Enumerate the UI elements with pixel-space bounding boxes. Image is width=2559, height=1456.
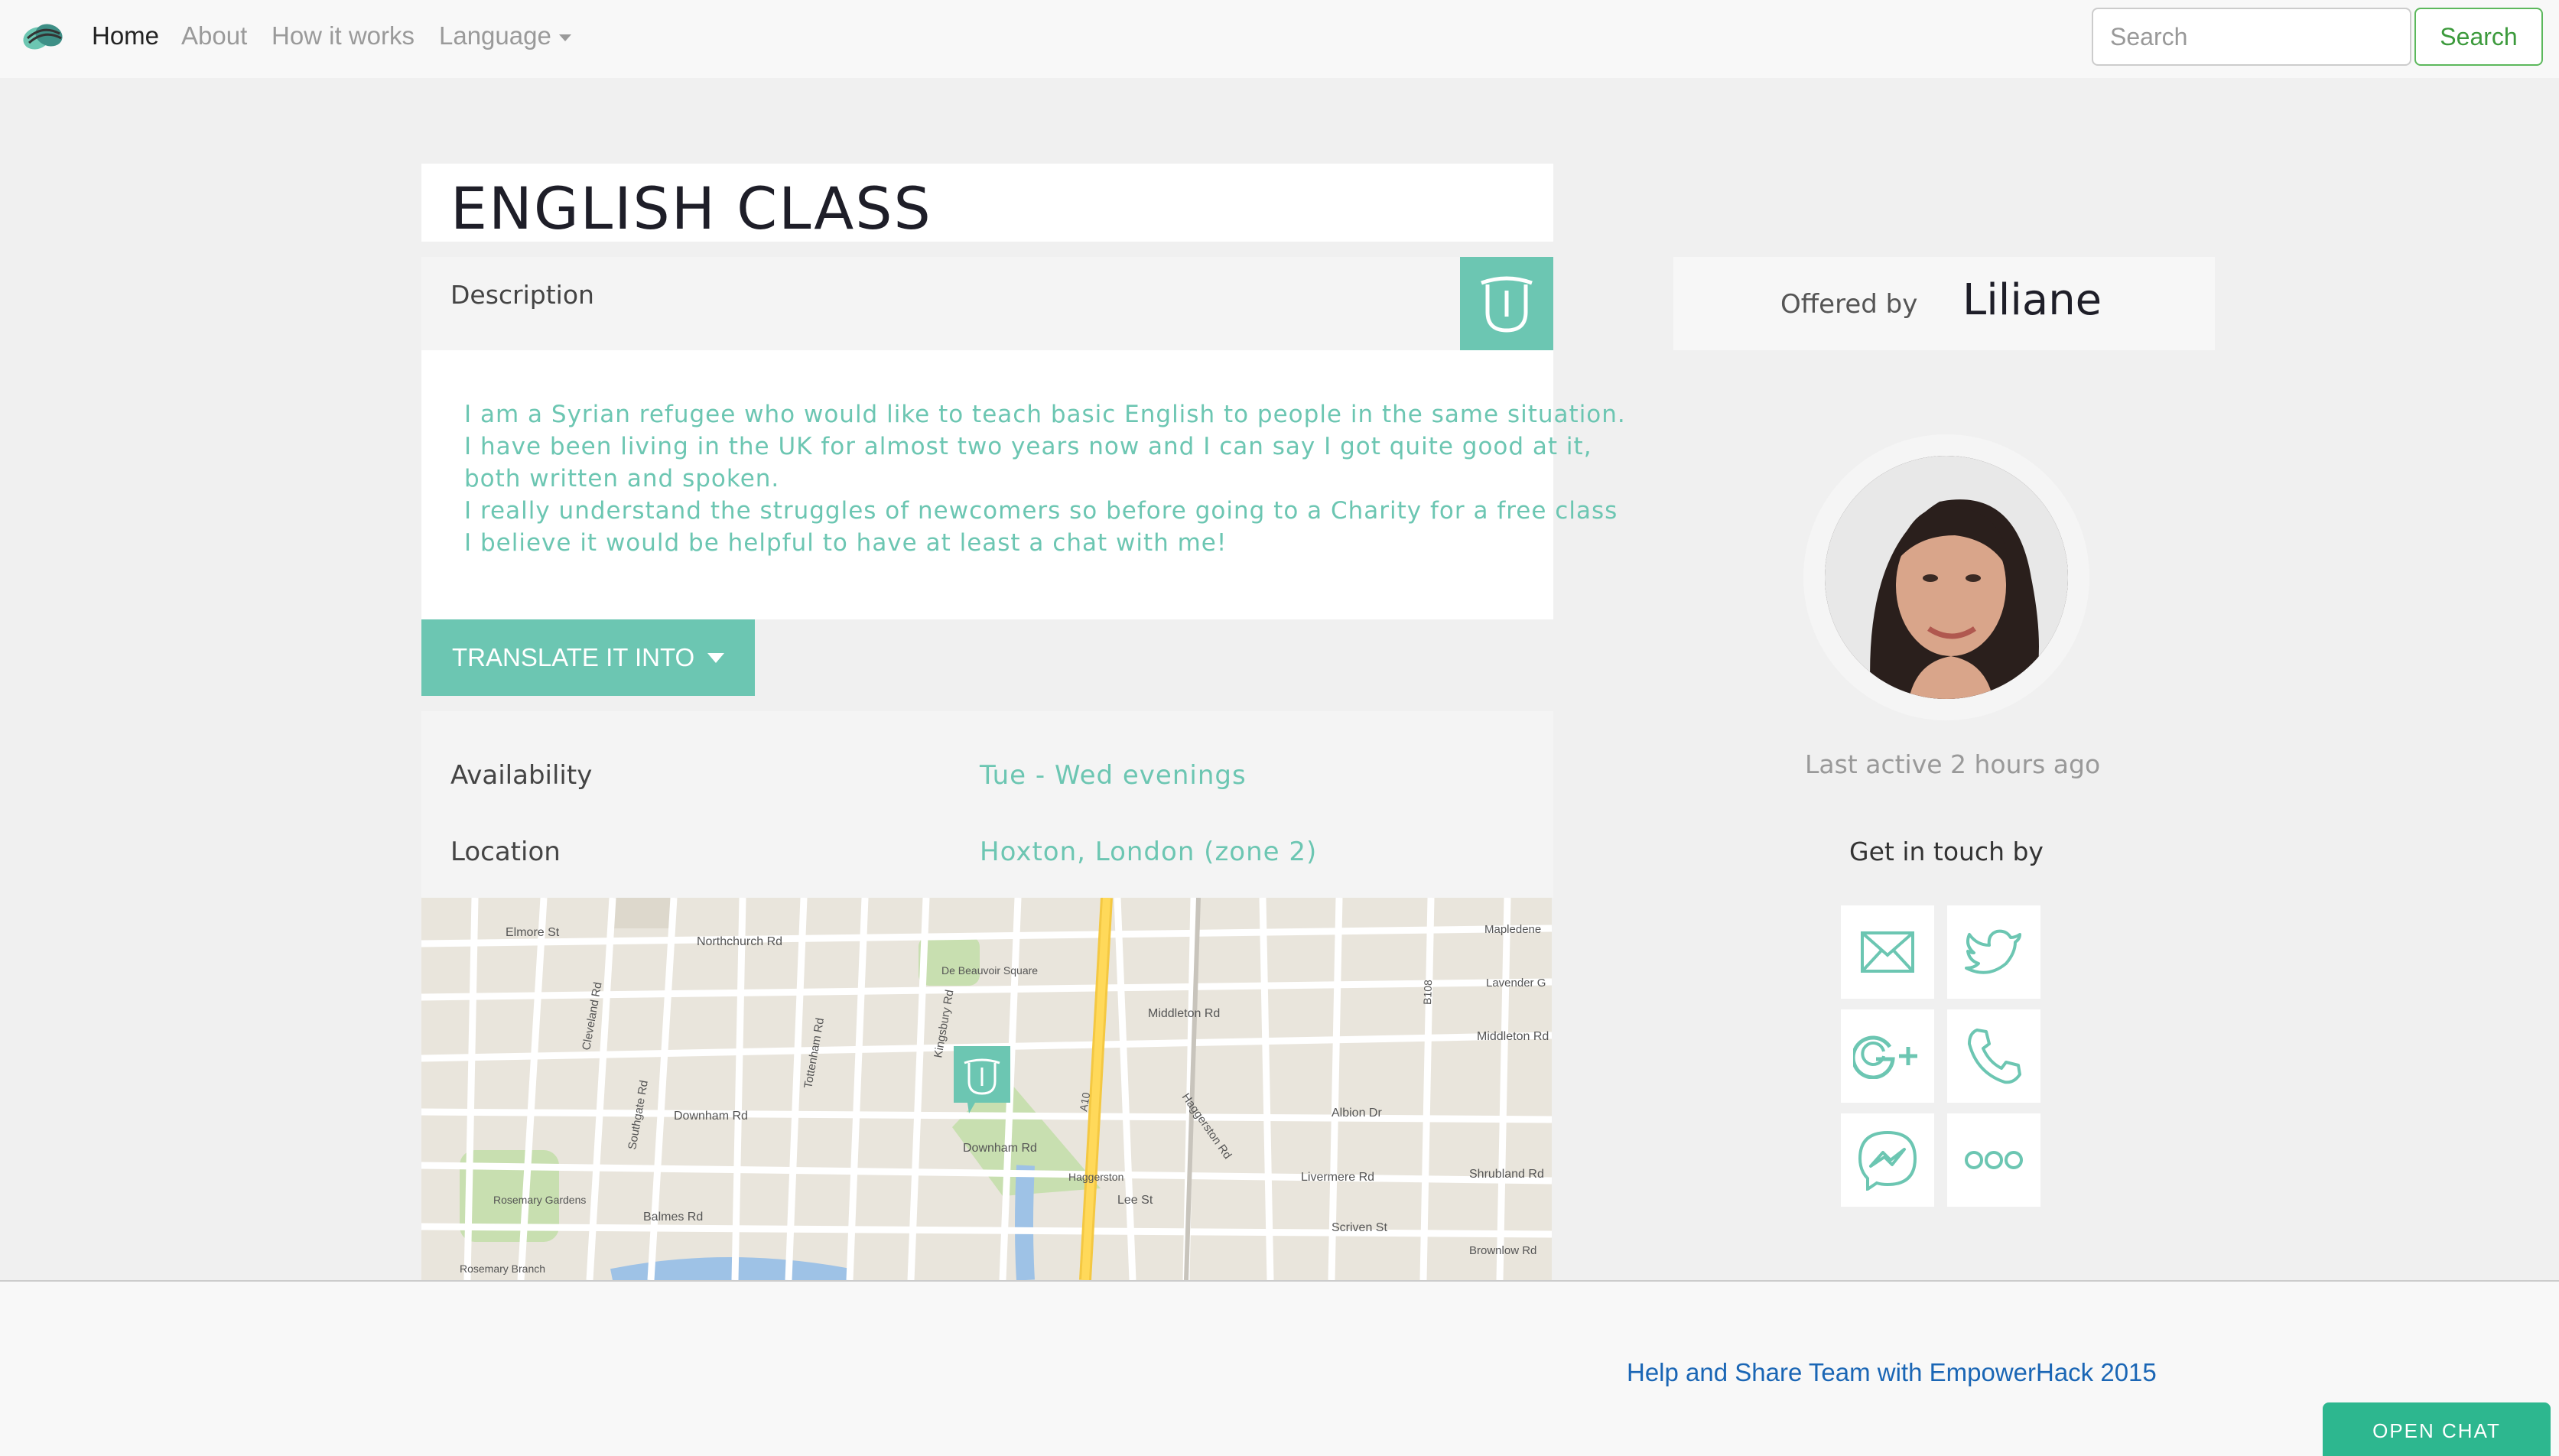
location-label: Location <box>450 837 561 867</box>
messenger-icon <box>1858 1130 1917 1191</box>
contact-messenger-button[interactable] <box>1841 1113 1934 1207</box>
map-label: Livermere Rd <box>1301 1171 1374 1184</box>
contact-twitter-button[interactable] <box>1947 905 2040 999</box>
map-label: Mapledene <box>1484 923 1541 936</box>
map-label: Shrubland Rd <box>1469 1168 1544 1181</box>
map-label: Balmes Rd <box>643 1211 703 1224</box>
map-label: Rosemary Branch <box>460 1263 545 1275</box>
map-label: Downham Rd <box>963 1142 1037 1155</box>
listing-details: Availability Tue - Wed evenings Location… <box>421 711 1553 898</box>
map-label: B108 <box>1421 980 1434 1005</box>
contact-heading: Get in touch by <box>1849 837 2044 866</box>
map-label: Elmore St <box>506 926 560 939</box>
footer: Help and Share Team with EmpowerHack 201… <box>0 1280 2559 1456</box>
description-label: Description <box>450 280 594 310</box>
description-line: I have been living in the UK for almost … <box>464 433 1592 460</box>
availability-label: Availability <box>450 760 593 791</box>
phone-icon <box>1968 1029 2021 1084</box>
contact-google-plus-button[interactable] <box>1841 1009 1934 1103</box>
nav-language-dropdown[interactable]: Language <box>439 21 571 50</box>
offerer-name[interactable]: Liliane <box>1962 275 2102 325</box>
description-line: I really understand the struggles of new… <box>464 497 1618 525</box>
map-label: Lavender G <box>1486 977 1546 990</box>
contact-phone-button[interactable] <box>1947 1009 2040 1103</box>
search-button[interactable]: Search <box>2414 8 2543 66</box>
description-line: I believe it would be helpful to have at… <box>464 529 1227 557</box>
tongue-logo-icon <box>1460 257 1553 350</box>
description-body: I am a Syrian refugee who would like to … <box>421 350 1625 619</box>
chevron-down-icon <box>558 34 571 41</box>
location-value: Hoxton, London (zone 2) <box>980 837 1318 867</box>
last-active-text: Last active 2 hours ago <box>1805 749 2101 779</box>
map-label: Albion Dr <box>1332 1107 1382 1120</box>
offered-by-box: Offered by Liliane <box>1673 257 2215 350</box>
nav-how-it-works[interactable]: How it works <box>272 21 415 50</box>
contact-more-button[interactable] <box>1947 1113 2040 1207</box>
chevron-down-icon <box>707 653 724 663</box>
more-icon <box>1965 1151 2023 1169</box>
map-label: Rosemary Gardens <box>493 1194 586 1206</box>
open-chat-button[interactable]: OPEN CHAT <box>2323 1402 2551 1456</box>
map-label: Haggerston <box>1068 1171 1123 1183</box>
listing-title-box: ENGLISH CLASS <box>421 164 1553 242</box>
avatar[interactable] <box>1825 456 2068 699</box>
nav-about[interactable]: About <box>181 21 247 50</box>
footer-credit-link[interactable]: Help and Share Team with EmpowerHack 201… <box>1627 1358 2157 1387</box>
map-label: Middleton Rd <box>1477 1030 1549 1043</box>
description-header: Description <box>421 257 1553 350</box>
map-label: Downham Rd <box>674 1110 748 1123</box>
map-label: Northchurch Rd <box>697 935 782 948</box>
map-label: Lee St <box>1117 1194 1153 1207</box>
offered-by-label: Offered by <box>1780 289 1918 320</box>
logo-icon[interactable] <box>20 17 67 58</box>
search-input[interactable] <box>2092 8 2411 66</box>
translate-button-label: TRANSLATE IT INTO <box>452 643 695 671</box>
description-line: I am a Syrian refugee who would like to … <box>464 401 1626 428</box>
listing-title: ENGLISH CLASS <box>450 174 932 242</box>
location-map[interactable]: Elmore St Northchurch Rd De Beauvoir Squ… <box>421 898 1552 1280</box>
top-navbar: Home About How it works Language Search <box>0 0 2559 78</box>
description-line: both written and spoken. <box>464 465 780 492</box>
email-icon <box>1861 931 1914 973</box>
nav-language-label: Language <box>439 21 551 50</box>
twitter-icon <box>1965 929 2021 974</box>
map-label: Brownlow Rd <box>1469 1244 1536 1257</box>
contact-email-button[interactable] <box>1841 905 1934 999</box>
google-plus-icon <box>1853 1035 1917 1079</box>
nav-home[interactable]: Home <box>92 21 159 50</box>
availability-value: Tue - Wed evenings <box>980 760 1247 791</box>
map-label: De Beauvoir Square <box>941 964 1038 977</box>
map-label: Scriven St <box>1332 1221 1387 1234</box>
map-label: Middleton Rd <box>1148 1007 1220 1020</box>
translate-dropdown-button[interactable]: TRANSLATE IT INTO <box>421 619 755 696</box>
avatar-frame <box>1803 434 2089 720</box>
